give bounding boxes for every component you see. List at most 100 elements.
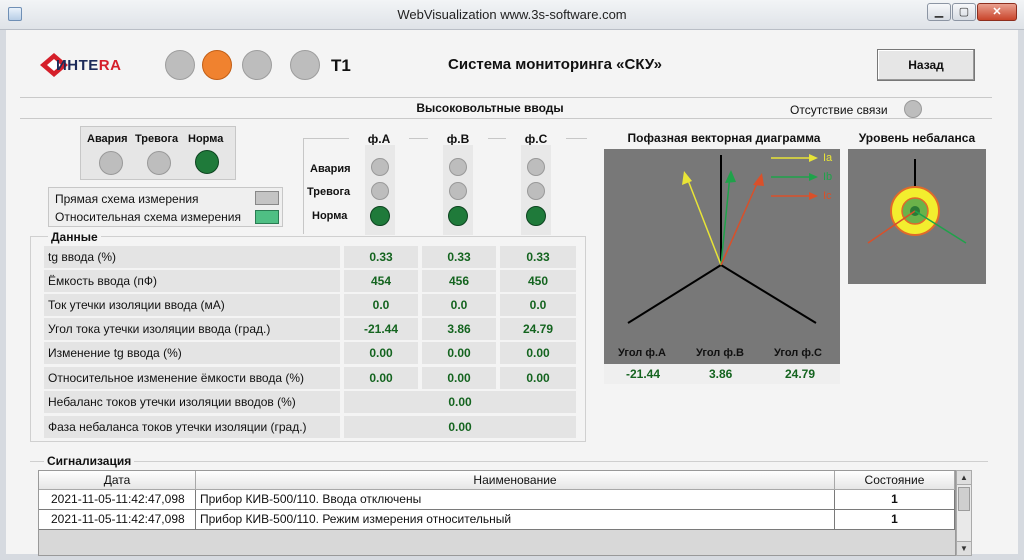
data-value-phase-c: 0.0 <box>500 294 576 316</box>
phase-warning-label: Тревога <box>307 186 351 198</box>
relative-scheme-label: Относительная схема измерения <box>55 210 241 224</box>
legend-warning-lamp <box>147 151 171 175</box>
status-lamp-3 <box>242 50 272 80</box>
angle-b-label: Угол ф.В <box>696 347 744 359</box>
angle-b-value: 3.86 <box>709 367 733 381</box>
data-value-phase-a: 0.00 <box>344 342 418 364</box>
phase-a-norm-lamp <box>370 206 390 226</box>
phase-norm-label: Норма <box>312 210 348 222</box>
data-value-phase-b: 0.0 <box>422 294 496 316</box>
scroll-thumb[interactable] <box>958 487 970 511</box>
alarms-title: Сигнализация <box>44 454 135 468</box>
table-row[interactable]: 2021-11-05-11:42:47,098 Прибор КИВ-500/1… <box>39 490 955 510</box>
column-date[interactable]: Дата <box>39 471 196 490</box>
data-row-label: tg ввода (%) <box>44 246 340 268</box>
phase-c-warning-lamp <box>527 182 545 200</box>
legend-alarm-lamp <box>99 151 123 175</box>
status-lamp-1 <box>165 50 195 80</box>
data-value-phase-b: 0.00 <box>422 342 496 364</box>
data-value-phase-b: 3.86 <box>422 318 496 340</box>
direct-scheme-swatch <box>255 191 279 205</box>
vector-ic <box>720 178 760 266</box>
data-row-total: 0.00 <box>344 416 576 438</box>
alarm-name: Прибор КИВ-500/110. Ввода отключены <box>196 490 835 510</box>
phase-c-lamps <box>521 145 551 235</box>
phase-a-header: ф.А <box>349 132 409 146</box>
legend-ib: Ib <box>823 171 833 183</box>
data-row: Небаланс токов утечки изоляции вводов (%… <box>44 391 576 413</box>
data-row-total: 0.00 <box>344 391 576 413</box>
legend-ia: Ia <box>823 152 833 164</box>
alarms-scrollbar[interactable]: ▲ ▼ <box>956 470 972 556</box>
data-row-label: Ёмкость ввода (пФ) <box>44 270 340 292</box>
phase-a-lamps <box>365 145 395 235</box>
status-legend: Авария Тревога Норма <box>80 126 236 180</box>
vector-diagram: Ia Ib Ic Угол ф.А Угол ф.В Угол ф.С <box>604 149 840 364</box>
phase-c-alarm-lamp <box>527 158 545 176</box>
alarm-date: 2021-11-05-11:42:47,098 <box>39 510 196 530</box>
phase-a-warning-lamp <box>371 182 389 200</box>
direct-scheme-label: Прямая схема измерения <box>55 192 199 206</box>
angle-c-label: Угол ф.С <box>774 347 822 359</box>
phase-b-warning-lamp <box>449 182 467 200</box>
alarms-table[interactable]: Дата Наименование Состояние 2021-11-05-1… <box>38 470 956 556</box>
data-row: Ток утечки изоляции ввода (мА) 0.0 0.0 0.0 <box>44 294 576 316</box>
alarm-name: Прибор КИВ-500/110. Режим измерения отно… <box>196 510 835 530</box>
unbalance-diagram <box>848 149 986 284</box>
vector-ia <box>685 174 722 266</box>
intera-logo: ИНТЕRA <box>38 50 134 80</box>
no-link-lamp <box>904 100 922 118</box>
vector-angle-values: -21.44 3.86 24.79 <box>604 364 840 384</box>
phase-c-norm-lamp <box>526 206 546 226</box>
data-value-phase-a: 454 <box>344 270 418 292</box>
alarm-date: 2021-11-05-11:42:47,098 <box>39 490 196 510</box>
back-button[interactable]: Назад <box>877 49 975 81</box>
window-titlebar: WebVisualization www.3s-software.com ▁ ▢… <box>0 0 1024 30</box>
data-value-phase-c: 0.00 <box>500 367 576 389</box>
minimize-icon[interactable]: ▁ <box>927 3 951 21</box>
data-value-phase-a: 0.0 <box>344 294 418 316</box>
vector-diagram-title: Пофазная векторная диаграмма <box>627 131 821 145</box>
column-name[interactable]: Наименование <box>196 471 835 490</box>
phase-a-alarm-lamp <box>371 158 389 176</box>
phase-b-alarm-lamp <box>449 158 467 176</box>
data-value-phase-b: 0.00 <box>422 367 496 389</box>
data-value-phase-c: 24.79 <box>500 318 576 340</box>
phase-axis-c <box>720 264 817 324</box>
phase-c-header: ф.С <box>506 132 566 146</box>
close-icon[interactable]: ✕ <box>977 3 1017 21</box>
data-value-phase-b: 0.33 <box>422 246 496 268</box>
phase-b-lamps <box>443 145 473 235</box>
page-title: Система мониторинга «СКУ» <box>448 56 662 73</box>
phase-axis-b <box>627 264 722 324</box>
alarm-state: 1 <box>835 510 955 530</box>
data-value-phase-c: 0.00 <box>500 342 576 364</box>
data-value-phase-b: 456 <box>422 270 496 292</box>
angle-a-value: -21.44 <box>626 367 661 381</box>
data-row-label: Изменение tg ввода (%) <box>44 342 340 364</box>
data-row: Угол тока утечки изоляции ввода (град.) -… <box>44 318 576 340</box>
alarm-state: 1 <box>835 490 955 510</box>
scroll-up-icon[interactable]: ▲ <box>957 471 971 485</box>
scheme-legend: Прямая схема измерения Относительная схе… <box>48 187 283 227</box>
scroll-down-icon[interactable]: ▼ <box>957 541 971 555</box>
phase-b-header: ф.В <box>428 132 488 146</box>
table-row[interactable]: 2021-11-05-11:42:47,098 Прибор КИВ-500/1… <box>39 510 955 530</box>
data-row: Изменение tg ввода (%) 0.00 0.00 0.00 <box>44 342 576 364</box>
data-row: tg ввода (%) 0.33 0.33 0.33 <box>44 246 576 268</box>
maximize-icon[interactable]: ▢ <box>952 3 976 21</box>
data-row-label: Небаланс токов утечки изоляции вводов (%… <box>44 391 340 413</box>
legend-norm-label: Норма <box>188 133 224 145</box>
data-value-phase-c: 450 <box>500 270 576 292</box>
data-value-phase-a: 0.33 <box>344 246 418 268</box>
data-value-phase-c: 0.33 <box>500 246 576 268</box>
transformer-label: T1 <box>331 56 351 75</box>
relative-scheme-swatch <box>255 210 279 224</box>
legend-norm-lamp <box>195 150 219 174</box>
column-state[interactable]: Состояние <box>835 471 955 490</box>
status-lamp-4 <box>290 50 320 80</box>
data-value-phase-a: -21.44 <box>344 318 418 340</box>
data-row-label: Относительное изменение ёмкости ввода (%… <box>44 367 340 389</box>
data-value-phase-a: 0.00 <box>344 367 418 389</box>
legend-ic: Ic <box>823 190 832 202</box>
